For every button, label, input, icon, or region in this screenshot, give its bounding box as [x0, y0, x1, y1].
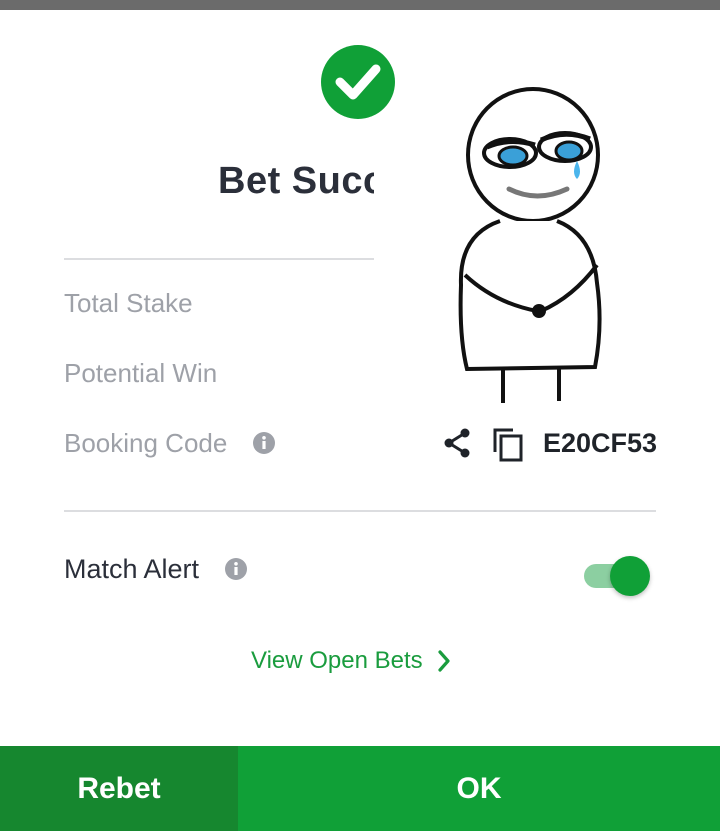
chevron-right-icon — [438, 650, 450, 672]
view-open-bets-link[interactable]: View Open Bets — [251, 645, 451, 677]
top-status-bar — [0, 0, 720, 10]
booking-code-label: Booking Code — [64, 428, 228, 458]
booking-code-value[interactable]: E20CF53 — [543, 428, 657, 459]
view-open-bets-label: View Open Bets — [251, 647, 423, 674]
rebet-button[interactable]: Rebet — [0, 746, 238, 831]
info-icon[interactable] — [224, 557, 248, 581]
ok-button[interactable]: OK — [238, 746, 720, 831]
divider — [64, 510, 656, 512]
toggle-knob — [610, 556, 650, 596]
match-alert-label: Match Alert — [64, 554, 200, 584]
share-icon[interactable] — [441, 427, 473, 459]
info-icon[interactable] — [252, 431, 276, 455]
potential-win-label: Potential Win — [64, 358, 218, 388]
dialog-title: Bet Succ — [218, 160, 374, 202]
copy-icon[interactable] — [491, 426, 525, 462]
check-circle-icon — [321, 45, 395, 119]
total-stake-label: Total Stake — [64, 288, 193, 318]
match-alert-toggle[interactable] — [584, 556, 652, 596]
crying-stickman-sticker — [445, 85, 620, 410]
divider — [64, 258, 374, 260]
